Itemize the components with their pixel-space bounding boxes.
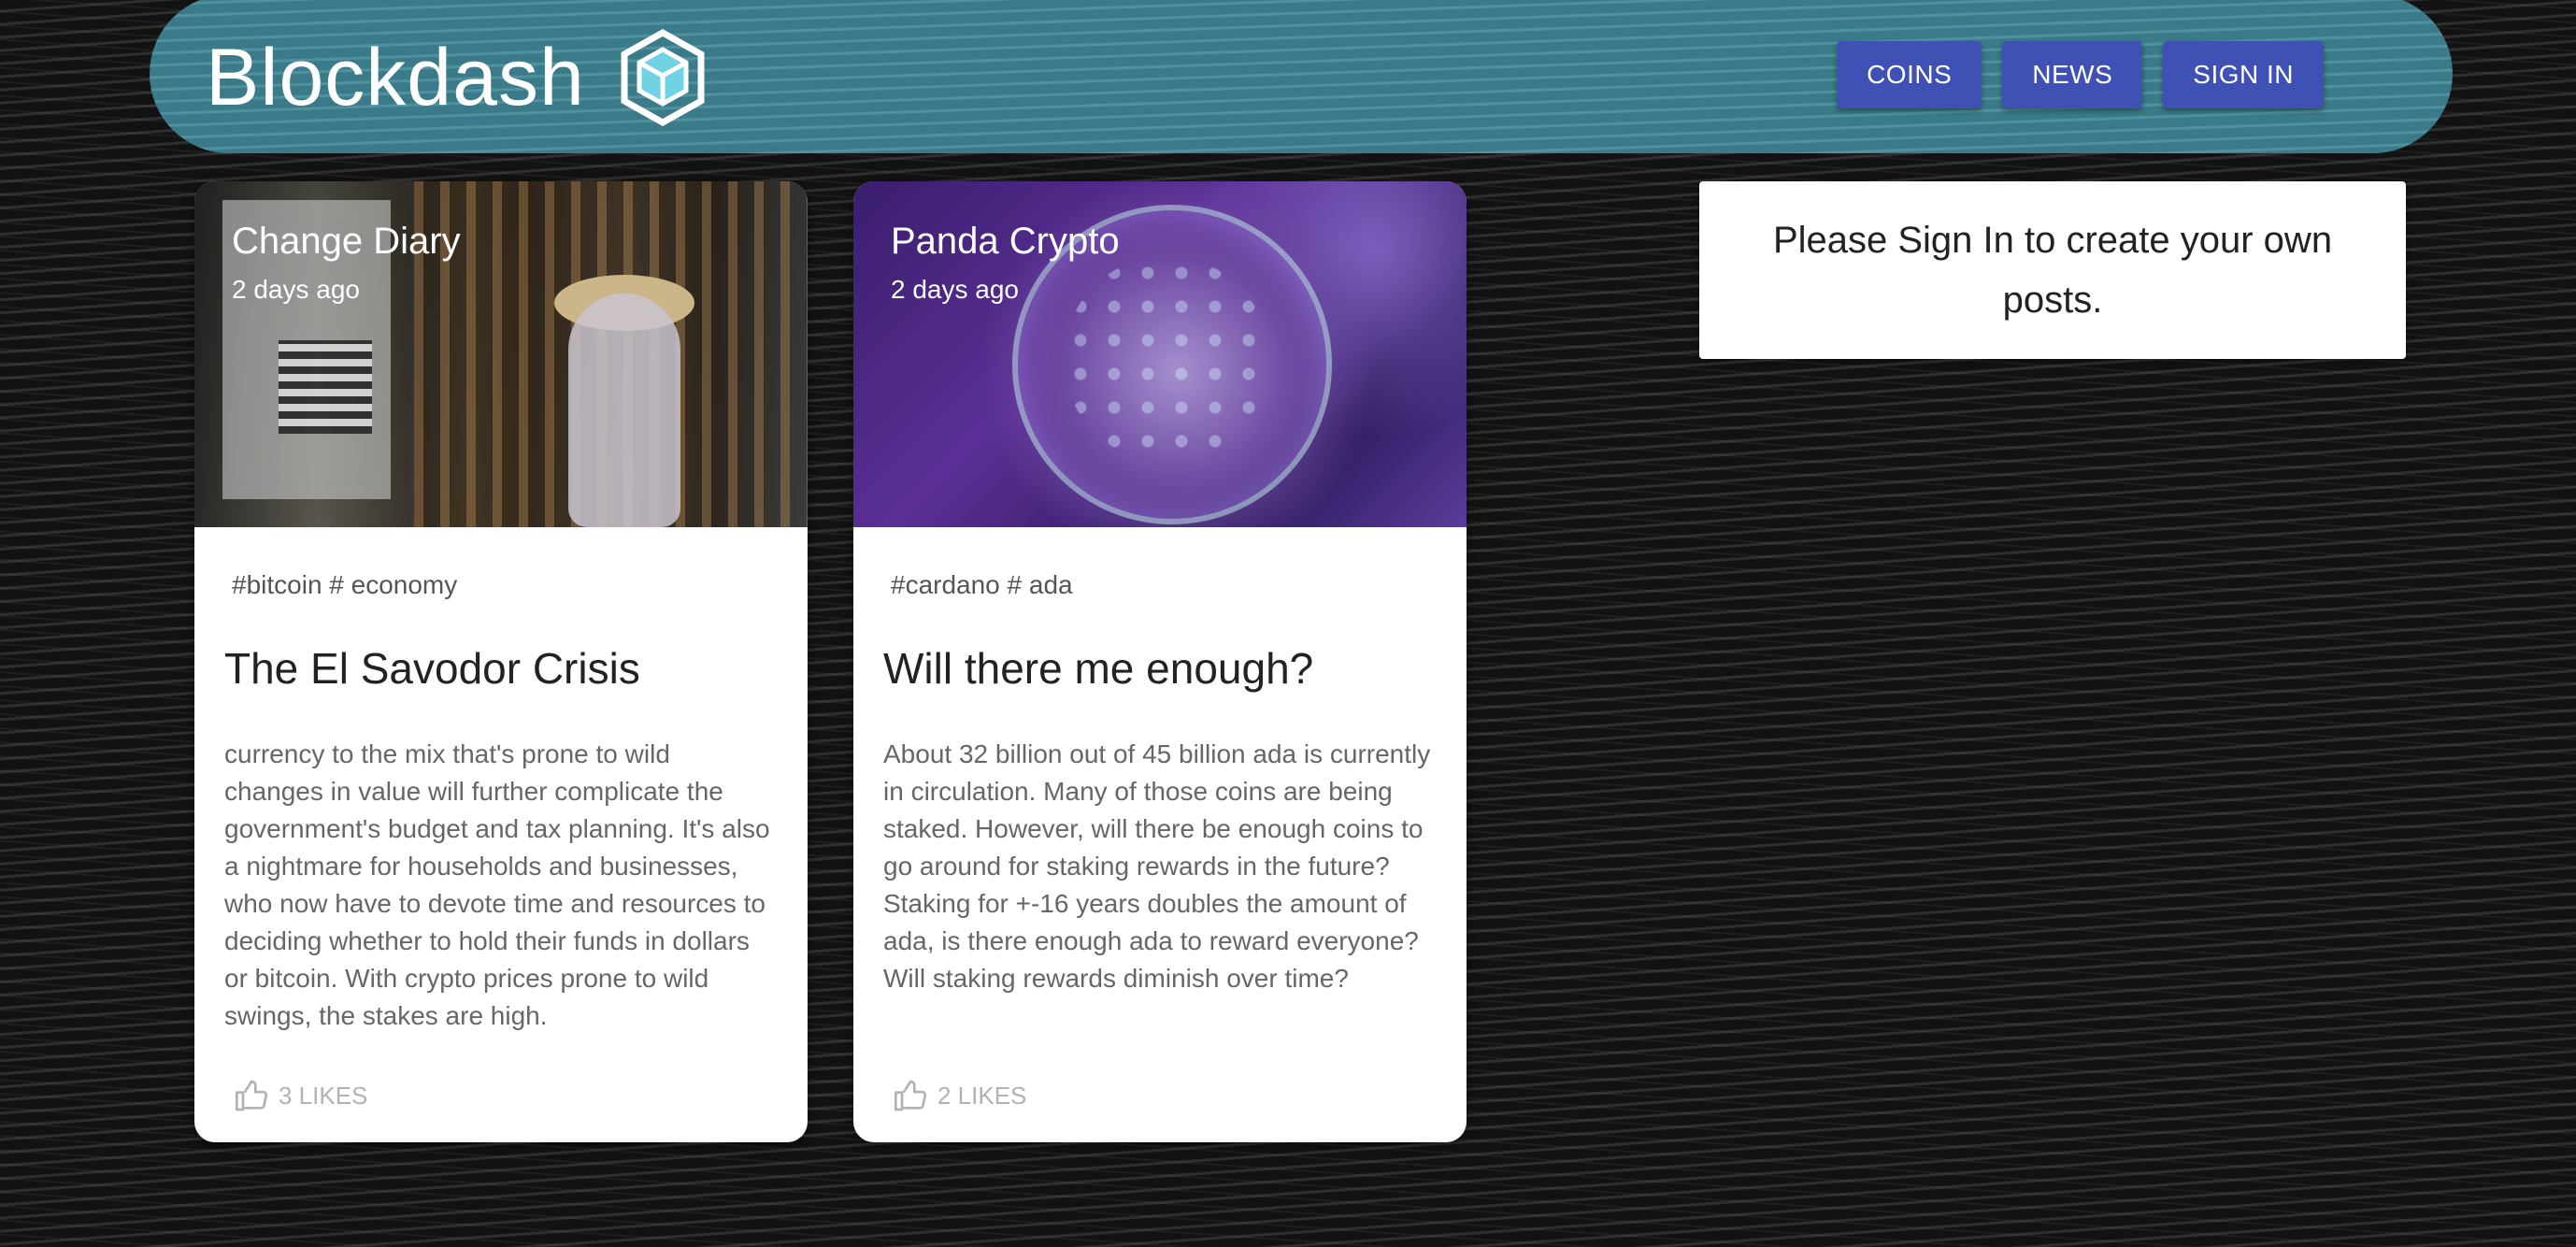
post-tags: #cardano # ada: [891, 570, 1073, 599]
brand-name: Blockdash: [206, 32, 585, 122]
image-shape: [279, 340, 372, 434]
post-card[interactable]: Panda Crypto 2 days ago #cardano # ada W…: [853, 181, 1467, 1142]
brand[interactable]: Blockdash: [206, 26, 705, 129]
image-shape: [568, 294, 680, 527]
post-header: Change Diary 2 days ago: [232, 221, 461, 305]
like-count: 2 LIKES: [937, 1081, 1027, 1110]
nav-coins-button[interactable]: COINS: [1837, 41, 1982, 108]
like-count: 3 LIKES: [279, 1081, 368, 1110]
post-text: About 32 billion out of 45 billion ada i…: [883, 739, 1431, 994]
signin-message: Please Sign In to create your own posts.: [1772, 220, 2333, 321]
post-text: currency to the mix that's prone to wild…: [224, 739, 770, 1031]
like-button[interactable]: 2 LIKES: [893, 1077, 1026, 1114]
post-body: #cardano # ada Will there me enough? Abo…: [853, 570, 1467, 997]
cube-logo-icon: [621, 29, 705, 126]
post-time: 2 days ago: [891, 275, 1019, 304]
like-button[interactable]: 3 LIKES: [234, 1077, 367, 1114]
thumbs-up-icon: [236, 1080, 268, 1111]
nav-news-button[interactable]: NEWS: [2002, 41, 2143, 108]
signin-prompt: Please Sign In to create your own posts.: [1699, 181, 2406, 359]
post-title: Will there me enough?: [883, 644, 1314, 693]
post-image: Change Diary 2 days ago: [194, 181, 808, 527]
post-header: Panda Crypto 2 days ago: [891, 221, 1120, 305]
post-tags: #bitcoin # economy: [232, 570, 458, 599]
post-time: 2 days ago: [232, 275, 360, 304]
thumbs-up-icon: [894, 1080, 927, 1111]
post-image: Panda Crypto 2 days ago: [853, 181, 1467, 527]
post-title: The El Savodor Crisis: [224, 644, 640, 693]
nav-signin-button[interactable]: SIGN IN: [2163, 41, 2324, 108]
post-card[interactable]: Change Diary 2 days ago #bitcoin # econo…: [194, 181, 808, 1142]
post-body: #bitcoin # economy The El Savodor Crisis…: [194, 570, 808, 1035]
post-author: Change Diary: [232, 221, 461, 262]
main-nav: COINS NEWS SIGN IN: [1837, 41, 2324, 108]
post-author: Panda Crypto: [891, 221, 1120, 262]
